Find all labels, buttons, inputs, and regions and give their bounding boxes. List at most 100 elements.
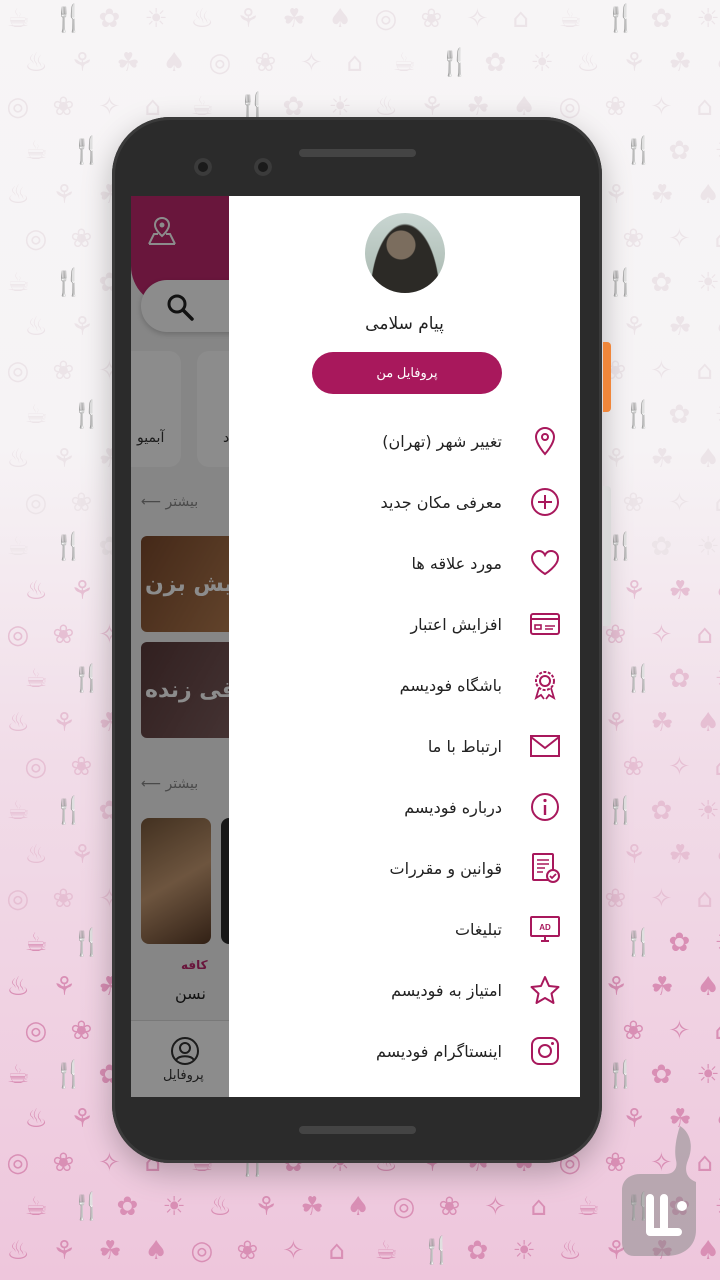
doodle-glyph: ☀: [696, 1060, 720, 1090]
top-speaker: [299, 149, 416, 157]
menu-label: تغییر شهر (تهران): [382, 431, 502, 451]
heart-icon: [528, 546, 562, 580]
menu-label: باشگاه فودیسم: [399, 675, 502, 695]
doodle-glyph: ☀: [714, 402, 720, 428]
doodle-glyph: 🍴: [622, 136, 655, 166]
doodle-glyph: ⚘: [236, 4, 260, 34]
doodle-glyph: ☀: [714, 138, 720, 164]
menu-label: مورد علاقه ها: [411, 553, 503, 573]
doodle-glyph: ☕: [6, 268, 30, 298]
doodle-glyph: ⚘: [70, 312, 94, 342]
location-pin-icon: [528, 424, 562, 458]
doodle-glyph: ❀: [52, 620, 75, 650]
doodle-glyph: ♨: [190, 4, 214, 34]
doodle-glyph: ❀: [52, 884, 75, 914]
doodle-glyph: ❀: [70, 752, 93, 782]
doodle-glyph: ⌂: [512, 4, 529, 34]
menu-item-favorites[interactable]: مورد علاقه ها: [229, 538, 580, 588]
menu-item-add-place[interactable]: معرفی مکان جدید: [229, 477, 580, 527]
menu-item-rate[interactable]: امتیاز به فودیسم: [229, 965, 580, 1015]
doodle-glyph: ♨: [558, 1236, 582, 1266]
ad-monitor-icon: AD: [528, 912, 562, 946]
doodle-glyph: ⌂: [346, 48, 363, 78]
menu-item-terms[interactable]: قوانین و مقررات: [229, 843, 580, 893]
doodle-glyph: ♠: [714, 842, 720, 868]
doodle-glyph: ⚘: [622, 840, 646, 870]
doodle-glyph: ✧: [668, 224, 691, 254]
doodle-glyph: ☘: [98, 1236, 122, 1266]
doodle-glyph: ☕: [24, 136, 48, 166]
doodle-glyph: 🍴: [604, 4, 637, 34]
doodle-glyph: ✧: [650, 92, 673, 122]
doodle-glyph: ♠: [162, 48, 186, 78]
doodle-glyph: ⚘: [622, 576, 646, 606]
volume-button: [603, 486, 611, 626]
menu-item-contact[interactable]: ارتباط با ما: [229, 721, 580, 771]
doodle-glyph: ⚘: [622, 48, 646, 78]
doodle-glyph: ☕: [374, 1236, 398, 1266]
doodle-glyph: ☀: [714, 930, 720, 956]
doodle-glyph: ✿: [668, 664, 691, 694]
doodle-glyph: ⌂: [696, 620, 713, 650]
doodle-glyph: ❀: [438, 1192, 461, 1222]
doodle-glyph: ✧: [484, 1192, 507, 1222]
doodle-glyph: ❀: [70, 224, 93, 254]
menu-item-instagram[interactable]: اینستاگرام فودیسم: [229, 1026, 580, 1076]
doodle-glyph: ◎: [6, 884, 30, 914]
doodle-glyph: ✿: [668, 400, 691, 430]
avatar[interactable]: [365, 213, 445, 293]
menu-item-change-city[interactable]: تغییر شهر (تهران): [229, 416, 580, 466]
doodle-glyph: 🍴: [52, 532, 85, 562]
svg-text:AD: AD: [539, 923, 551, 932]
doodle-glyph: 🍴: [70, 1192, 103, 1222]
doodle-glyph: ✿: [668, 136, 691, 166]
credit-card-icon: [528, 607, 562, 641]
doodle-glyph: ⚘: [52, 1236, 76, 1266]
doodle-glyph: ♨: [24, 576, 48, 606]
doodle-glyph: ☘: [668, 576, 692, 606]
doodle-glyph: ♨: [6, 444, 30, 474]
doodle-glyph: 🍴: [622, 664, 655, 694]
doodle-glyph: ♨: [24, 48, 48, 78]
doodle-glyph: ☘: [650, 180, 674, 210]
my-profile-button[interactable]: پروفایل من: [312, 352, 502, 394]
doodle-glyph: ☘: [668, 840, 692, 870]
menu-item-club[interactable]: باشگاه فودیسم: [229, 660, 580, 710]
doodle-glyph: 🍴: [52, 1060, 85, 1090]
doodle-glyph: ⌂: [696, 92, 713, 122]
menu-label: افزایش اعتبار: [410, 614, 502, 634]
doodle-glyph: ⚘: [604, 972, 628, 1002]
menu-item-ads[interactable]: AD تبلیغات: [229, 904, 580, 954]
bottom-speaker: [299, 1126, 416, 1134]
navigation-drawer: پیام سلامی پروفایل من تغییر شهر (تهران) …: [229, 196, 580, 1097]
doodle-glyph: ☘: [650, 708, 674, 738]
doodle-glyph: ❀: [622, 1016, 645, 1046]
star-icon: [528, 973, 562, 1007]
doodle-glyph: 🍴: [52, 268, 85, 298]
doodle-glyph: ⚘: [622, 312, 646, 342]
doodle-glyph: ☕: [24, 664, 48, 694]
menu-label: اینستاگرام فودیسم: [376, 1041, 502, 1061]
doodle-glyph: ☘: [650, 972, 674, 1002]
power-button: [603, 342, 611, 412]
menu-item-add-credit[interactable]: افزایش اعتبار: [229, 599, 580, 649]
menu-label: امتیاز به فودیسم: [391, 980, 502, 1000]
doodle-glyph: ☀: [696, 4, 720, 34]
phone-screen: آبمیو د ⟵ بیشتر دیش بزن! قی زنده ⟵ بیشتر…: [131, 196, 580, 1097]
doodle-glyph: 🍴: [622, 928, 655, 958]
doodle-glyph: ♨: [6, 708, 30, 738]
doodle-glyph: ✧: [650, 884, 673, 914]
doodle-glyph: ☘: [668, 48, 692, 78]
doodle-glyph: ⌂: [696, 356, 713, 386]
menu-label: تبلیغات: [454, 919, 502, 939]
doodle-glyph: ◎: [24, 1016, 48, 1046]
doodle-glyph: ♠: [696, 180, 720, 210]
doodle-glyph: ☀: [714, 666, 720, 692]
doodle-glyph: ❀: [70, 488, 93, 518]
doodle-glyph: ✿: [116, 1192, 139, 1222]
user-name: پیام سلامی: [365, 314, 444, 334]
menu-item-about[interactable]: درباره فودیسم: [229, 782, 580, 832]
store-logo: [622, 1126, 696, 1256]
doodle-glyph: ⚘: [52, 708, 76, 738]
doodle-glyph: ♨: [24, 840, 48, 870]
